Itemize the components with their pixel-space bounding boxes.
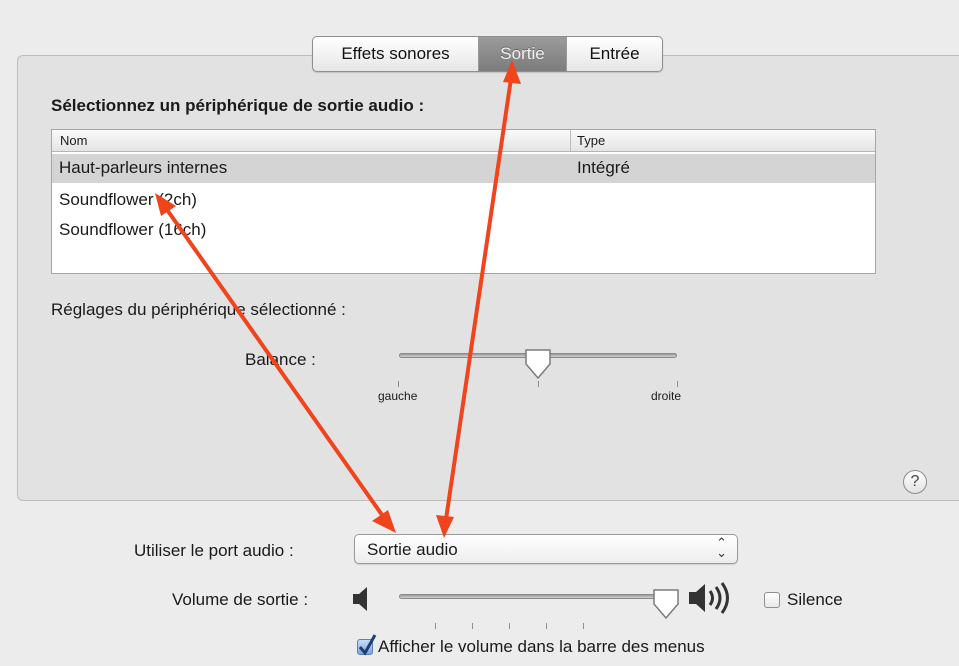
table-row[interactable]: Haut-parleurs internes Intégré — [52, 154, 875, 183]
device-type: Intégré — [577, 158, 630, 177]
device-name: Soundflower (2ch) — [59, 190, 197, 209]
table-row[interactable]: Soundflower (16ch) — [52, 216, 875, 245]
device-name: Soundflower (16ch) — [59, 220, 207, 239]
volume-tick — [472, 623, 473, 629]
volume-tick — [583, 623, 584, 629]
output-panel — [17, 55, 959, 501]
audio-port-value: Sortie audio — [367, 540, 458, 559]
mute-checkbox[interactable] — [764, 592, 780, 608]
tab-sound-effects[interactable]: Effets sonores — [313, 37, 479, 71]
volume-label: Volume de sortie : — [172, 590, 309, 609]
balance-tick-left — [398, 381, 399, 387]
port-label: Utiliser le port audio : — [134, 541, 294, 560]
device-name: Haut-parleurs internes — [59, 158, 228, 177]
menu-volume-label[interactable]: Afficher le volume dans la barre des men… — [378, 637, 705, 657]
arrowhead-right-down-icon — [372, 510, 396, 533]
tab-input[interactable]: Entrée — [567, 37, 662, 71]
mute-label[interactable]: Silence — [787, 590, 843, 610]
volume-tick — [435, 623, 436, 629]
volume-tick — [546, 623, 547, 629]
tab-output[interactable]: Sortie — [479, 37, 567, 71]
column-header-name[interactable]: Nom — [60, 133, 87, 148]
balance-tick-right — [677, 381, 678, 387]
column-separator — [570, 130, 571, 151]
volume-tick — [509, 623, 510, 629]
balance-slider-thumb[interactable] — [523, 348, 553, 382]
device-settings-title: Réglages du périphérique sélectionné : — [51, 300, 346, 319]
speaker-high-icon — [689, 582, 729, 614]
audio-port-popup[interactable]: Sortie audio ⌃ ⌄ — [354, 534, 738, 564]
checkmark-icon — [358, 634, 377, 656]
popup-arrows-icon: ⌃ ⌄ — [716, 535, 727, 560]
table-row[interactable]: Soundflower (2ch) — [52, 186, 875, 215]
tab-bar: Effets sonores Sortie Entrée — [312, 36, 663, 72]
balance-tick-center — [538, 381, 539, 387]
balance-left-label: gauche — [378, 389, 418, 403]
balance-label: Balance : — [245, 350, 316, 369]
table-header: Nom Type — [52, 130, 875, 152]
help-button[interactable]: ? — [903, 470, 927, 494]
volume-slider-track[interactable] — [399, 594, 677, 599]
device-table[interactable]: Nom Type Haut-parleurs internes Intégré … — [51, 129, 876, 274]
balance-right-label: droite — [651, 389, 682, 403]
column-header-type[interactable]: Type — [577, 133, 605, 148]
speaker-low-icon — [353, 587, 367, 611]
volume-slider-thumb[interactable] — [651, 588, 681, 622]
device-list-title: Sélectionnez un périphérique de sortie a… — [51, 96, 425, 115]
